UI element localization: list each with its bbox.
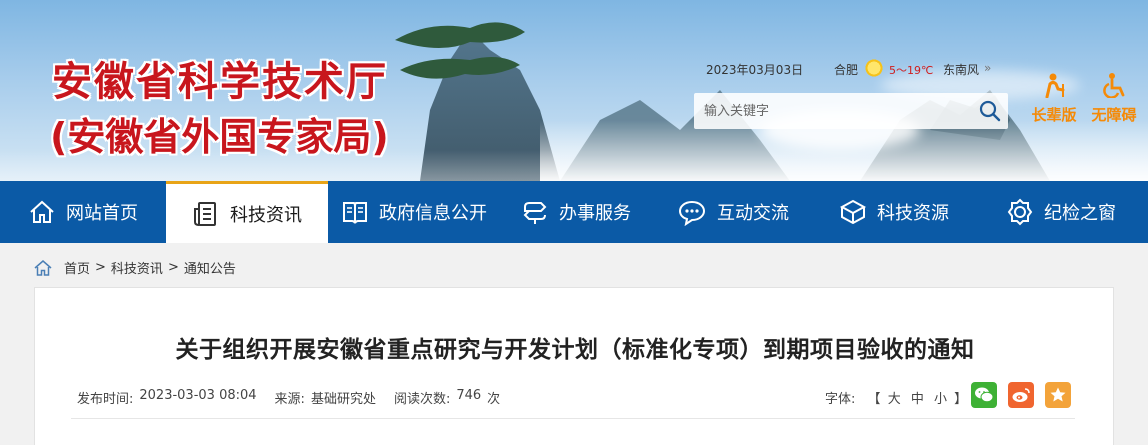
view-count: 746 xyxy=(456,388,482,403)
article-panel: 关于组织开展安徽省重点研究与开发计划（标准化专项）到期项目验收的通知 发布时间:… xyxy=(34,287,1114,445)
font-small-button[interactable]: 小 xyxy=(934,392,947,407)
font-size-label: 字体: xyxy=(825,392,856,407)
search-box xyxy=(694,93,1008,129)
weather-more-link[interactable]: » xyxy=(984,61,991,75)
elder-icon xyxy=(1041,73,1067,102)
meta-divider xyxy=(71,418,1075,419)
nav-label: 互动交流 xyxy=(717,203,789,224)
elder-mode-button[interactable]: 长辈版 xyxy=(1024,72,1084,125)
favorite-icon xyxy=(1050,387,1066,402)
book-icon xyxy=(343,202,367,224)
elder-mode-label: 长辈版 xyxy=(1031,106,1077,124)
nav-item-news[interactable]: 科技资讯 xyxy=(166,181,328,243)
publish-time-label: 发布时间: xyxy=(77,392,134,407)
wheelchair-icon xyxy=(1101,73,1127,102)
font-size-control: 字体: 【 大 中 小 】 xyxy=(825,388,967,407)
breadcrumb: 首页 > 科技资讯 > 通知公告 xyxy=(34,258,236,277)
nav-item-discipline[interactable]: 纪检之窗 xyxy=(974,181,1148,243)
nav-label: 办事服务 xyxy=(559,203,631,224)
article-title: 关于组织开展安徽省重点研究与开发计划（标准化专项）到期项目验收的通知 xyxy=(175,337,975,363)
breadcrumb-notice-link[interactable]: 通知公告 xyxy=(184,258,236,277)
nav-label: 科技资源 xyxy=(877,203,949,224)
service-icon xyxy=(523,202,547,224)
header-banner: 安徽省科学技术厅 (安徽省外国专家局) 2023年03月03日 合肥 5～19℃… xyxy=(0,0,1148,181)
accessibility-button[interactable]: 无障碍 xyxy=(1084,72,1144,125)
sunny-cloudy-icon xyxy=(864,58,884,78)
nav-item-gov-info[interactable]: 政府信息公开 xyxy=(328,181,500,243)
site-subtitle: (安徽省外国专家局) xyxy=(50,115,389,159)
font-medium-button[interactable]: 中 xyxy=(911,392,924,407)
nav-label: 政府信息公开 xyxy=(379,203,487,224)
home-icon xyxy=(34,259,52,276)
breadcrumb-home-link[interactable]: 首页 xyxy=(64,258,90,277)
breadcrumb-separator: > xyxy=(167,260,179,275)
nav-label: 纪检之窗 xyxy=(1044,203,1116,224)
site-title: 安徽省科学技术厅 xyxy=(52,59,388,105)
weather-temperature: 5～19℃ xyxy=(889,64,934,77)
breadcrumb-news-link[interactable]: 科技资讯 xyxy=(111,258,163,277)
breadcrumb-separator: > xyxy=(95,260,106,275)
views-unit: 次 xyxy=(487,392,501,407)
font-large-button[interactable]: 大 xyxy=(888,392,901,407)
nav-item-interaction[interactable]: 互动交流 xyxy=(652,181,814,243)
chat-icon xyxy=(678,200,706,226)
current-date: 2023年03月03日 xyxy=(706,63,804,77)
main-nav: 网站首页 科技资讯 政府信息公开 办事服务 互动交流 科技资源 纪检之窗 xyxy=(0,181,1148,243)
search-input[interactable] xyxy=(694,93,972,129)
nav-item-services[interactable]: 办事服务 xyxy=(500,181,652,243)
weather-city: 合肥 xyxy=(834,63,859,77)
share-wechat-button[interactable] xyxy=(971,382,997,408)
weather-wind: 东南风 xyxy=(943,63,980,77)
font-bracket-open: 【 xyxy=(867,392,881,407)
wechat-icon xyxy=(975,387,994,403)
weibo-icon xyxy=(1012,388,1030,402)
nav-item-home[interactable]: 网站首页 xyxy=(0,181,166,243)
search-icon[interactable] xyxy=(978,99,1002,123)
news-icon xyxy=(194,201,216,226)
cube-icon xyxy=(839,199,867,225)
font-bracket-close: 】 xyxy=(954,392,968,407)
nav-label: 科技资讯 xyxy=(230,204,302,226)
publish-time: 2023-03-03 08:04 xyxy=(139,388,257,403)
source: 基础研究处 xyxy=(310,392,376,407)
home-icon xyxy=(30,200,54,223)
accessibility-label: 无障碍 xyxy=(1091,106,1137,124)
article-meta: 发布时间: 2023-03-03 08:04 来源: 基础研究处 阅读次数: 7… xyxy=(77,388,506,407)
share-weibo-button[interactable] xyxy=(1008,382,1034,408)
badge-icon xyxy=(1007,198,1033,226)
nav-item-resources[interactable]: 科技资源 xyxy=(814,181,974,243)
views-label: 阅读次数: xyxy=(393,392,451,407)
nav-label: 网站首页 xyxy=(66,203,138,224)
share-favorite-button[interactable] xyxy=(1045,382,1071,408)
source-label: 来源: xyxy=(274,392,305,407)
